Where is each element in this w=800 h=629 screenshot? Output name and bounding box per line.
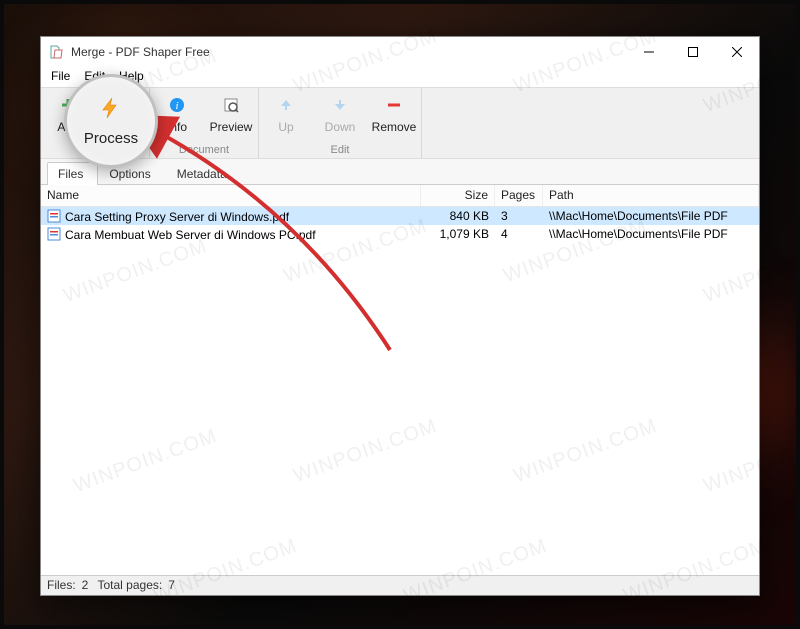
col-pages[interactable]: Pages — [495, 185, 543, 206]
status-files-count: 2 — [82, 578, 89, 592]
info-icon: i — [168, 96, 186, 114]
cell-size: 1,079 KB — [421, 227, 495, 241]
cell-name: Cara Membuat Web Server di Windows PC.pd… — [65, 228, 316, 242]
svg-text:i: i — [175, 100, 178, 112]
arrow-down-icon — [331, 96, 349, 114]
down-button[interactable]: Down — [313, 88, 367, 144]
table-row[interactable]: Cara Membuat Web Server di Windows PC.pd… — [41, 225, 759, 243]
window-title: Merge - PDF Shaper Free — [71, 45, 210, 59]
tab-metadata[interactable]: Metadata — [166, 162, 242, 185]
info-label: Info — [167, 120, 187, 134]
up-button[interactable]: Up — [259, 88, 313, 144]
annotation-magnifier-label: Process — [84, 130, 138, 147]
preview-label: Preview — [210, 120, 253, 134]
status-total-pages: 7 — [168, 578, 175, 592]
info-button[interactable]: i Info — [150, 88, 204, 144]
menu-file[interactable]: File — [45, 67, 76, 87]
lightning-icon — [99, 96, 123, 126]
cell-name: Cara Setting Proxy Server di Windows.pdf — [65, 210, 289, 224]
menubar: File Edit Help — [41, 67, 759, 87]
maximize-button[interactable] — [671, 37, 715, 67]
minimize-button[interactable] — [627, 37, 671, 67]
cell-size: 840 KB — [421, 209, 495, 223]
arrow-up-icon — [277, 96, 295, 114]
table-row[interactable]: Cara Setting Proxy Server di Windows.pdf… — [41, 207, 759, 225]
down-label: Down — [325, 120, 356, 134]
statusbar: Files: 2 Total pages: 7 — [41, 575, 759, 595]
group-document-label: Document — [179, 144, 229, 156]
cell-pages: 4 — [495, 227, 543, 241]
window-controls — [627, 37, 759, 67]
minus-icon — [385, 96, 403, 114]
annotation-magnifier: Process — [64, 74, 158, 168]
col-size[interactable]: Size — [421, 185, 495, 206]
remove-button[interactable]: Remove — [367, 88, 421, 144]
group-edit-label: Edit — [331, 144, 350, 156]
list-header: Name Size Pages Path — [41, 185, 759, 207]
cell-path: \\Mac\Home\Documents\File PDF — [543, 209, 759, 223]
tabs: Files Options Metadata — [41, 159, 759, 185]
tab-files[interactable]: Files — [47, 162, 98, 185]
status-total-pages-label: Total pages: — [97, 578, 162, 592]
col-path[interactable]: Path — [543, 185, 759, 206]
preview-button[interactable]: Preview — [204, 88, 258, 144]
cell-path: \\Mac\Home\Documents\File PDF — [543, 227, 759, 241]
app-icon — [49, 44, 65, 60]
status-files-label: Files: — [47, 578, 76, 592]
preview-icon — [222, 96, 240, 114]
file-list[interactable]: Cara Setting Proxy Server di Windows.pdf… — [41, 207, 759, 569]
titlebar: Merge - PDF Shaper Free — [41, 37, 759, 67]
remove-label: Remove — [372, 120, 417, 134]
cell-pages: 3 — [495, 209, 543, 223]
col-name[interactable]: Name — [41, 185, 421, 206]
up-label: Up — [278, 120, 293, 134]
close-button[interactable] — [715, 37, 759, 67]
